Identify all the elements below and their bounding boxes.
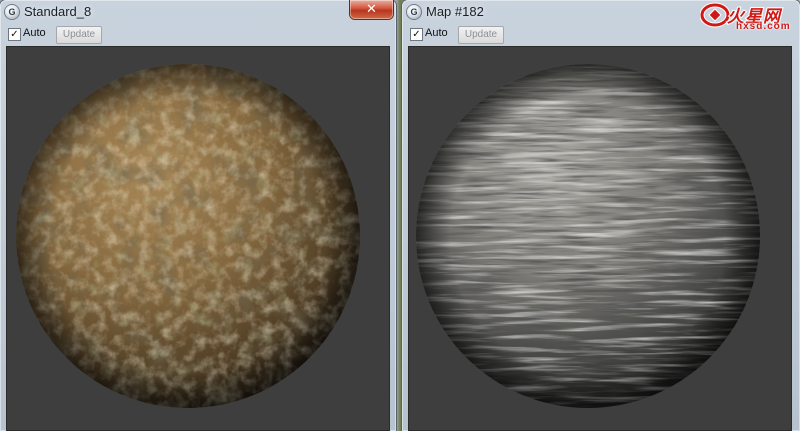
rock-sphere-preview: [416, 64, 760, 408]
dirt-sphere-preview: [16, 64, 360, 408]
hxsd-watermark: 火星网 hxsd.com: [700, 2, 796, 32]
material-preview-viewport[interactable]: [6, 46, 390, 431]
watermark-url: hxsd.com: [736, 21, 791, 32]
window-title: Map #182: [426, 4, 484, 19]
title-bar[interactable]: G Standard_8 ✕: [0, 0, 396, 24]
auto-label: Auto: [425, 27, 448, 39]
auto-checkbox[interactable]: ✓: [410, 28, 423, 41]
window-title: Standard_8: [24, 4, 92, 19]
material-editor-window-map-182: G Map #182 ✓ Auto Update: [402, 0, 800, 431]
3ds-max-icon: G: [407, 5, 421, 19]
material-editor-window-standard-8: G Standard_8 ✕ ✓ Auto Update: [0, 0, 396, 431]
auto-label: Auto: [23, 27, 46, 39]
hxsd-logo-icon: [700, 2, 730, 28]
update-button[interactable]: Update: [458, 26, 504, 44]
material-preview-viewport[interactable]: [408, 46, 792, 431]
update-button[interactable]: Update: [56, 26, 102, 44]
close-button[interactable]: ✕: [350, 0, 393, 19]
auto-checkbox[interactable]: ✓: [8, 28, 21, 41]
toolbar: ✓ Auto Update: [4, 24, 392, 46]
3ds-max-icon: G: [5, 5, 19, 19]
